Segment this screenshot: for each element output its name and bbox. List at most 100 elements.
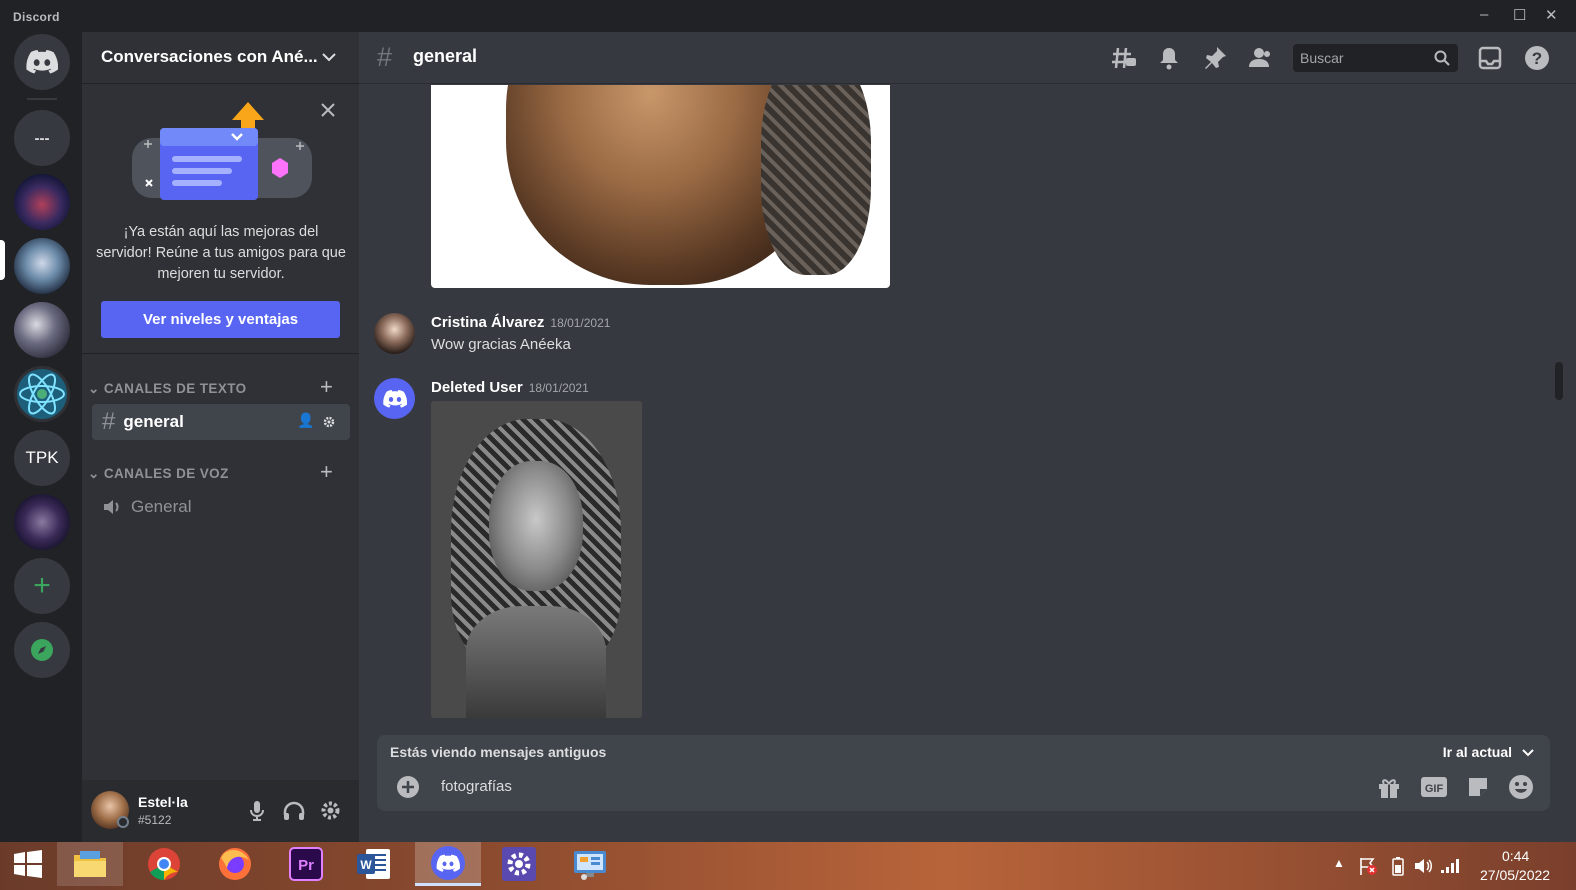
close-button[interactable]: ✕ (1545, 6, 1558, 24)
hash-icon: # (102, 408, 116, 435)
clock-date[interactable]: 27/05/2022 (1480, 867, 1550, 883)
search-input[interactable]: Buscar (1293, 44, 1458, 72)
promo-text: ¡Ya están aquí las mejoras del servidor!… (96, 224, 346, 282)
message-header: Cristina Álvarez 18/01/2021 (431, 314, 610, 332)
taskbar-premiere[interactable]: Pr (273, 842, 339, 886)
chevron-down-icon[interactable] (1522, 748, 1534, 757)
view-tiers-button[interactable]: Ver niveles y ventajas (101, 301, 340, 338)
channel-name: general (413, 46, 478, 66)
add-voice-channel-button[interactable]: + (320, 459, 333, 485)
emoji-icon[interactable] (1508, 774, 1534, 800)
start-button[interactable] (0, 842, 56, 886)
guild-tpk[interactable]: TPK (14, 430, 70, 486)
action-center-flag-icon[interactable] (1358, 856, 1378, 876)
invite-icon[interactable]: 👤 (297, 412, 314, 429)
statue-face (489, 461, 583, 591)
taskbar-discord[interactable] (415, 842, 481, 886)
category-voice-channels[interactable]: ⌄ CANALES DE VOZ (88, 466, 229, 482)
guild-icon-dark[interactable] (14, 494, 70, 550)
taskbar-file-explorer[interactable] (57, 842, 123, 886)
guild-icon-concert[interactable] (14, 174, 70, 230)
compass-icon (31, 639, 53, 661)
network-icon[interactable] (1440, 858, 1460, 874)
volume-icon[interactable] (1413, 856, 1433, 876)
svg-text:Pr: Pr (298, 857, 314, 874)
search-icon (1434, 50, 1450, 66)
bell-icon[interactable] (1156, 45, 1182, 71)
member-list-icon[interactable] (1248, 45, 1274, 71)
server-header[interactable]: Conversaciones con Ané... (82, 32, 359, 84)
guild-separator (27, 98, 57, 100)
minimize-button[interactable]: – (1480, 6, 1488, 23)
taskbar-control-panel[interactable] (557, 842, 623, 886)
category-text-channels[interactable]: ⌄ CANALES DE TEXTO (88, 381, 247, 397)
battery-icon[interactable] (1392, 856, 1404, 876)
discord-logo-icon (26, 50, 58, 74)
channel-sidebar: Conversaciones con Ané... ¡Ya están aquí… (82, 32, 359, 842)
username: Estel·la (138, 794, 188, 810)
server-name: Conversaciones con Ané... (101, 47, 318, 66)
message-author[interactable]: Deleted User (431, 379, 523, 396)
help-icon[interactable]: ? (1524, 45, 1550, 71)
message-text: Wow gracias Anéeka (431, 336, 571, 353)
taskbar-word[interactable]: W (341, 842, 407, 886)
gift-icon[interactable] (1377, 775, 1401, 799)
message-input[interactable]: fotografías (441, 778, 512, 795)
old-messages-text: Estás viendo mensajes antiguos (390, 744, 607, 760)
taskbar-firefox[interactable] (202, 842, 268, 886)
control-panel-icon (574, 851, 606, 880)
sticker-icon[interactable] (1466, 775, 1490, 799)
message-author[interactable]: Cristina Álvarez (431, 314, 544, 331)
chat-area: # general Buscar ? Cristina Álvarez 18/01… (359, 32, 1576, 842)
inbox-icon[interactable] (1477, 45, 1503, 71)
message-image-statue-bw[interactable] (431, 401, 642, 718)
scrollbar-thumb[interactable] (1555, 362, 1563, 400)
microphone-icon[interactable] (249, 800, 265, 822)
guild-dots[interactable]: --- (14, 110, 70, 166)
boost-promo: ¡Ya están aquí las mejoras del servidor!… (82, 84, 359, 354)
maximize-button[interactable]: ☐ (1513, 6, 1526, 24)
chevron-down-icon (322, 53, 336, 62)
guild-icon-current[interactable] (14, 238, 70, 294)
avatar[interactable] (374, 313, 415, 354)
chrome-icon (148, 848, 180, 881)
clock-time[interactable]: 0:44 (1502, 848, 1529, 864)
explore-servers-button[interactable] (14, 622, 70, 678)
word-icon: W (357, 849, 390, 879)
home-button[interactable] (14, 34, 70, 90)
message-image-statue-color[interactable] (431, 85, 890, 288)
add-attachment-icon[interactable] (397, 776, 419, 798)
statue-bust (466, 606, 606, 718)
threads-icon[interactable] (1111, 45, 1137, 71)
message-composer[interactable]: fotografías GIF (377, 763, 1550, 811)
svg-text:W: W (360, 858, 372, 872)
title-bar: Discord – ☐ ✕ (0, 0, 1576, 32)
show-hidden-icons[interactable]: ▲ (1333, 856, 1345, 890)
jump-to-present-button[interactable]: Ir al actual (1443, 744, 1512, 760)
gear-icon[interactable] (322, 415, 336, 429)
guild-icon-ship[interactable] (14, 302, 70, 358)
avatar[interactable] (374, 378, 415, 419)
guild-sidebar: --- TPK + (0, 32, 82, 842)
add-server-button[interactable]: + (14, 558, 70, 614)
voice-channel-general[interactable]: General (92, 489, 350, 525)
guild-icon-atom[interactable] (14, 366, 70, 422)
search-placeholder: Buscar (1300, 50, 1344, 66)
add-text-channel-button[interactable]: + (320, 374, 333, 400)
user-settings-gear-icon[interactable] (320, 800, 341, 821)
firefox-icon (219, 848, 251, 880)
close-icon[interactable] (320, 102, 336, 118)
gif-icon[interactable]: GIF (1420, 775, 1448, 799)
folder-icon (74, 851, 106, 877)
message-timestamp: 18/01/2021 (550, 316, 611, 330)
taskbar: Pr W ▲ 0:44 27/05/2022 (0, 842, 1576, 890)
settings-app-icon (502, 847, 536, 881)
taskbar-chrome[interactable] (131, 842, 197, 886)
chevron-down-icon: ⌄ (88, 466, 100, 481)
channel-item-general[interactable]: # general 👤 (92, 404, 350, 440)
taskbar-settings[interactable] (486, 842, 552, 886)
headphones-icon[interactable] (283, 801, 305, 821)
pin-icon[interactable] (1202, 45, 1228, 71)
message-timestamp: 18/01/2021 (528, 381, 589, 395)
windows-icon (14, 850, 42, 878)
